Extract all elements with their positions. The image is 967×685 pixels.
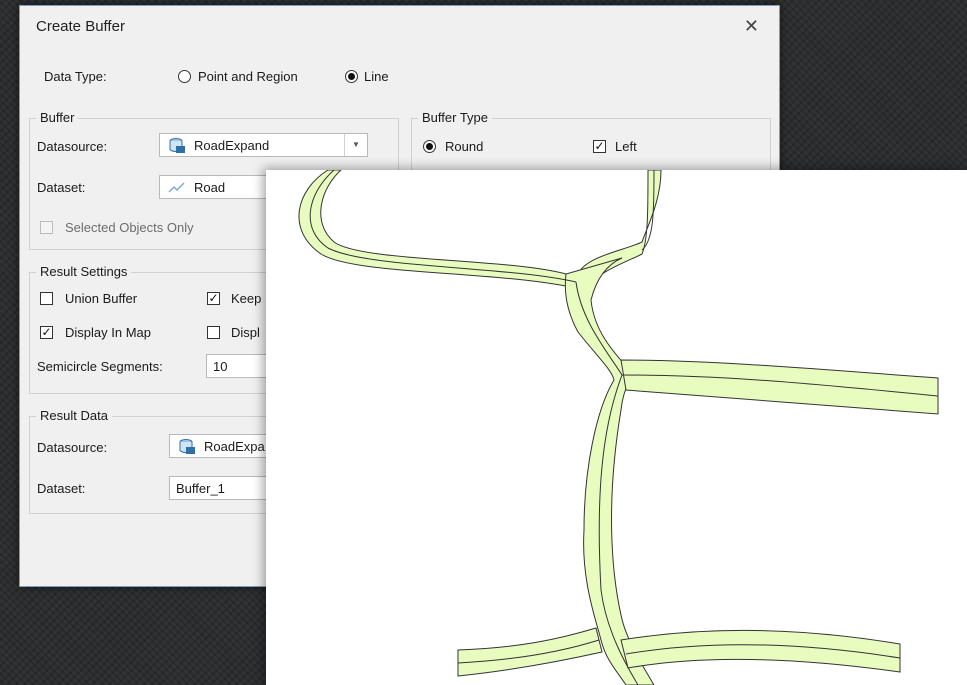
result-datasource-label: Datasource: — [37, 440, 108, 455]
buffer-dataset-value: Road — [194, 180, 226, 195]
display-in-map-checkbox[interactable]: ✓ — [40, 326, 53, 339]
buffer-datasource-value: RoadExpand — [194, 138, 270, 153]
selected-objects-only-label: Selected Objects Only — [65, 220, 194, 235]
result-data-group-title: Result Data — [36, 408, 112, 423]
datasource-icon — [178, 438, 196, 458]
display-in-map-label: Display In Map — [65, 325, 151, 340]
map-window[interactable] — [266, 170, 967, 685]
buffer-type-group-title: Buffer Type — [418, 110, 493, 125]
radio-round[interactable] — [423, 140, 436, 153]
data-type-label: Data Type: — [44, 69, 107, 84]
selected-objects-only-checkbox[interactable] — [40, 221, 53, 234]
road-buffer-upper-left — [298, 170, 585, 291]
semicircle-segments-label: Semicircle Segments: — [37, 359, 163, 374]
left-checkbox[interactable]: ✓ — [593, 140, 606, 153]
left-checkbox-label: Left — [615, 139, 637, 154]
union-buffer-checkbox[interactable] — [40, 292, 53, 305]
keep-label: Keep — [231, 291, 262, 306]
road-buffer-lower-right — [620, 629, 901, 673]
radio-round-label: Round — [445, 139, 484, 154]
radio-line-label: Line — [364, 69, 389, 84]
chevron-down-icon[interactable]: ▼ — [344, 134, 367, 156]
dialog-title: Create Buffer — [36, 18, 125, 35]
buffer-datasource-combo[interactable]: RoadExpand ▼ — [159, 133, 368, 157]
result-dataset-label: Dataset: — [37, 481, 86, 496]
buffer-group-title: Buffer — [36, 110, 79, 125]
result-datasource-value: RoadExpa — [204, 439, 265, 454]
road-buffer-lower-left — [457, 627, 603, 677]
close-icon[interactable]: ✕ — [744, 16, 759, 37]
radio-point-and-region[interactable] — [178, 70, 191, 83]
keep-checkbox[interactable]: ✓ — [207, 292, 220, 305]
datasource-icon — [168, 137, 186, 157]
display-label: Displ — [231, 325, 260, 340]
union-buffer-label: Union Buffer — [65, 291, 138, 306]
road-buffer-right — [620, 359, 939, 415]
buffer-datasource-label: Datasource: — [37, 139, 108, 154]
buffer-map — [298, 170, 939, 685]
radio-line[interactable] — [345, 70, 358, 83]
line-dataset-icon — [168, 179, 186, 199]
result-settings-group-title: Result Settings — [36, 264, 132, 279]
display-checkbox[interactable] — [207, 326, 220, 339]
radio-point-and-region-label: Point and Region — [198, 69, 298, 84]
road-buffer-trunk — [564, 257, 655, 685]
buffer-dataset-label: Dataset: — [37, 180, 86, 195]
